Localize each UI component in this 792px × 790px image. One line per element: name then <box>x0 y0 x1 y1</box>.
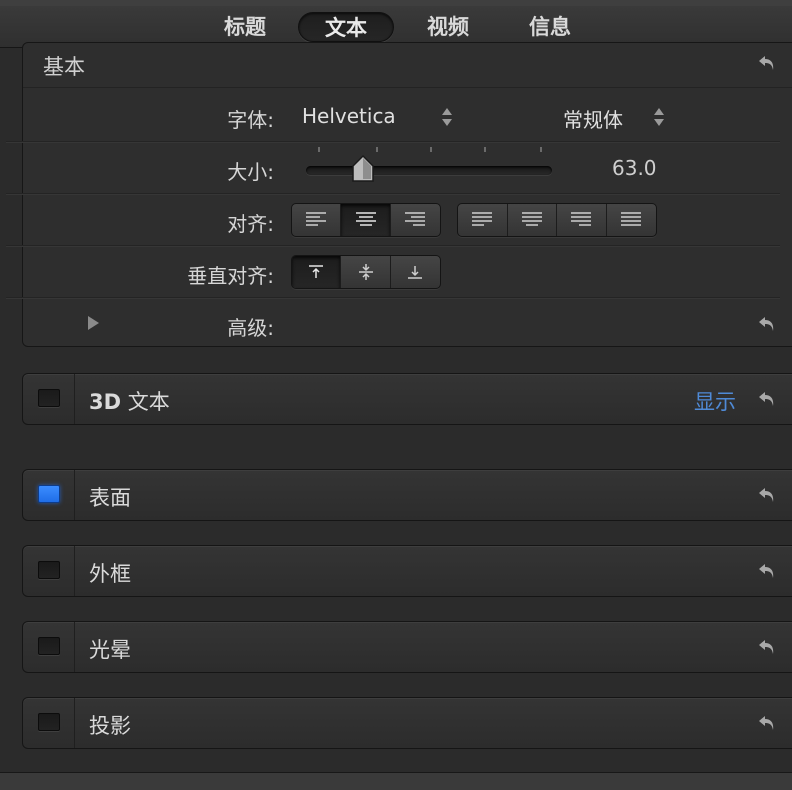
show-link[interactable]: 显示 <box>694 386 736 416</box>
horizontal-alignment-control <box>291 203 441 237</box>
section-outline[interactable]: 外框 <box>22 545 792 597</box>
reset-3d-text-icon[interactable] <box>756 388 778 410</box>
slider-tick <box>540 147 542 152</box>
tab-info[interactable]: 信息 <box>512 12 588 42</box>
font-style-popup[interactable]: 常规体 <box>563 104 623 133</box>
bottom-bar <box>0 772 792 790</box>
checkbox-area <box>23 374 75 424</box>
checkbox-surface[interactable] <box>38 485 60 503</box>
size-value[interactable]: 63.0 <box>612 156 657 180</box>
checkbox-glow[interactable] <box>38 637 60 655</box>
size-slider-track[interactable] <box>306 166 552 175</box>
slider-tick <box>376 147 378 152</box>
reset-surface-icon[interactable] <box>756 484 778 506</box>
font-family-stepper-icon[interactable] <box>440 106 454 128</box>
advanced-label: 高级: <box>227 316 274 340</box>
checkbox-3d-text[interactable] <box>38 389 60 407</box>
valign-top-icon[interactable] <box>292 256 342 288</box>
section-label: 表面 <box>89 486 131 510</box>
section-3d-text[interactable]: 3D 文本 显示 <box>22 373 792 425</box>
vertical-alignment-label: 垂直对齐: <box>187 264 274 288</box>
justify-full-icon[interactable] <box>607 204 657 236</box>
align-right-icon[interactable] <box>391 204 440 236</box>
vertical-alignment-control <box>291 255 441 289</box>
reset-advanced-icon[interactable] <box>756 313 778 335</box>
reset-glow-icon[interactable] <box>756 636 778 658</box>
checkbox-area <box>23 622 75 672</box>
justify-left-icon[interactable] <box>458 204 508 236</box>
section-glow[interactable]: 光晕 <box>22 621 792 673</box>
section-label-3d: 3D <box>89 390 122 414</box>
section-label: 3D 文本 <box>89 386 170 416</box>
slider-tick <box>430 147 432 152</box>
slider-tick <box>484 147 486 152</box>
checkbox-area <box>23 470 75 520</box>
size-label: 大小: <box>227 160 274 184</box>
section-label: 投影 <box>89 714 131 738</box>
checkbox-outline[interactable] <box>38 561 60 579</box>
align-left-icon[interactable] <box>292 204 342 236</box>
section-label-text: 文本 <box>127 390 170 414</box>
justify-center-icon[interactable] <box>508 204 557 236</box>
tab-text[interactable]: 文本 <box>298 12 394 42</box>
reset-outline-icon[interactable] <box>756 560 778 582</box>
inspector-tab-bar: 标题 文本 视频 信息 <box>0 0 792 48</box>
align-center-icon[interactable] <box>341 204 391 236</box>
size-slider-thumb[interactable] <box>350 154 376 184</box>
basic-header: 基本 <box>23 43 792 88</box>
tab-video[interactable]: 视频 <box>410 12 486 42</box>
font-family-popup[interactable]: Helvetica <box>302 104 396 128</box>
slider-tick <box>318 147 320 152</box>
font-label: 字体: <box>227 108 274 132</box>
checkbox-area <box>23 698 75 748</box>
section-label: 外框 <box>89 562 131 586</box>
font-style-stepper-icon[interactable] <box>652 106 666 128</box>
basic-title: 基本 <box>43 55 85 79</box>
checkbox-area <box>23 546 75 596</box>
valign-bottom-icon[interactable] <box>391 256 440 288</box>
reset-drop-shadow-icon[interactable] <box>756 712 778 734</box>
tab-title[interactable]: 标题 <box>206 12 284 42</box>
alignment-label: 对齐: <box>227 212 274 236</box>
reset-basic-icon[interactable] <box>756 52 778 74</box>
justify-right-icon[interactable] <box>557 204 607 236</box>
valign-middle-icon[interactable] <box>341 256 391 288</box>
section-label: 光晕 <box>89 638 131 662</box>
section-drop-shadow[interactable]: 投影 <box>22 697 792 749</box>
checkbox-drop-shadow[interactable] <box>38 713 60 731</box>
justification-control <box>457 203 657 237</box>
section-surface[interactable]: 表面 <box>22 469 792 521</box>
